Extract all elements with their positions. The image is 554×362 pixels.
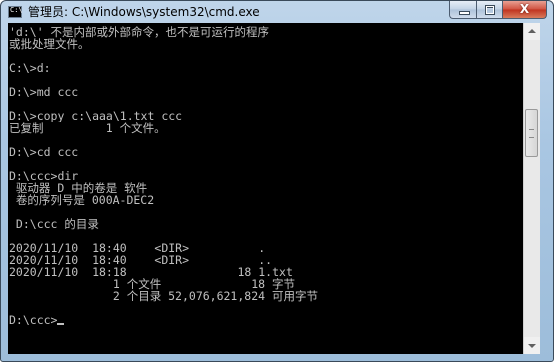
console-line: 2020/11/10 18:40 <DIR> . (9, 242, 266, 254)
console-line: 2020/11/10 18:18 18 1.txt (9, 266, 293, 278)
console-line: 卷的序列号是 000A-DEC2 (9, 194, 155, 206)
console-line: D:\ccc> (9, 314, 523, 326)
cmd-icon[interactable]: C:\ (8, 6, 23, 18)
cmd-icon-glyph: C:\ (10, 6, 23, 14)
console-line: D:\ccc 的目录 (9, 218, 99, 230)
console-line: 2 个目录 52,076,621,824 可用字节 (9, 290, 318, 302)
close-button[interactable]: X (502, 1, 547, 19)
scroll-thumb[interactable] (525, 109, 538, 157)
console-output[interactable]: 'd:\' 不是内部或外部命令，也不是可运行的程序 或批处理文件。 C:\>d: D:… (8, 23, 523, 354)
console-line: 驱动器 D 中的卷是 软件 (9, 182, 148, 194)
console-line: 1 个文件 18 字节 (9, 278, 295, 290)
console-line: 或批处理文件。 (9, 38, 90, 50)
console-line: 2020/11/10 18:40 <DIR> .. (9, 254, 273, 266)
console-line: D:\>copy c:\aaa\1.txt ccc (9, 110, 183, 122)
minimize-button[interactable] (449, 1, 476, 19)
console-line: D:\>md ccc (9, 86, 79, 98)
console-line: D:\ccc>dir (9, 170, 79, 182)
text-cursor (57, 323, 65, 325)
console-line: 已复制 1 个文件。 (9, 122, 166, 134)
console-line: C:\>d: (9, 62, 51, 74)
vertical-scrollbar[interactable] (523, 23, 540, 354)
maximize-button[interactable] (476, 1, 502, 19)
title-bar[interactable]: C:\ 管理员: C:\Windows\system32\cmd.exe X (1, 1, 553, 23)
caption-buttons: X (449, 1, 547, 20)
window-title: 管理员: C:\Windows\system32\cmd.exe (28, 5, 260, 19)
console-client-area: 'd:\' 不是内部或外部命令，也不是可运行的程序 或批处理文件。 C:\>d: D:… (8, 23, 540, 354)
cmd-window: C:\ 管理员: C:\Windows\system32\cmd.exe X '… (0, 0, 554, 362)
console-line: D:\>cd ccc (9, 146, 79, 158)
close-icon: X (519, 2, 530, 16)
scroll-down-arrow-icon[interactable] (524, 337, 540, 354)
console-line: 'd:\' 不是内部或外部命令，也不是可运行的程序 (9, 26, 270, 38)
scroll-up-arrow-icon[interactable] (524, 23, 540, 40)
